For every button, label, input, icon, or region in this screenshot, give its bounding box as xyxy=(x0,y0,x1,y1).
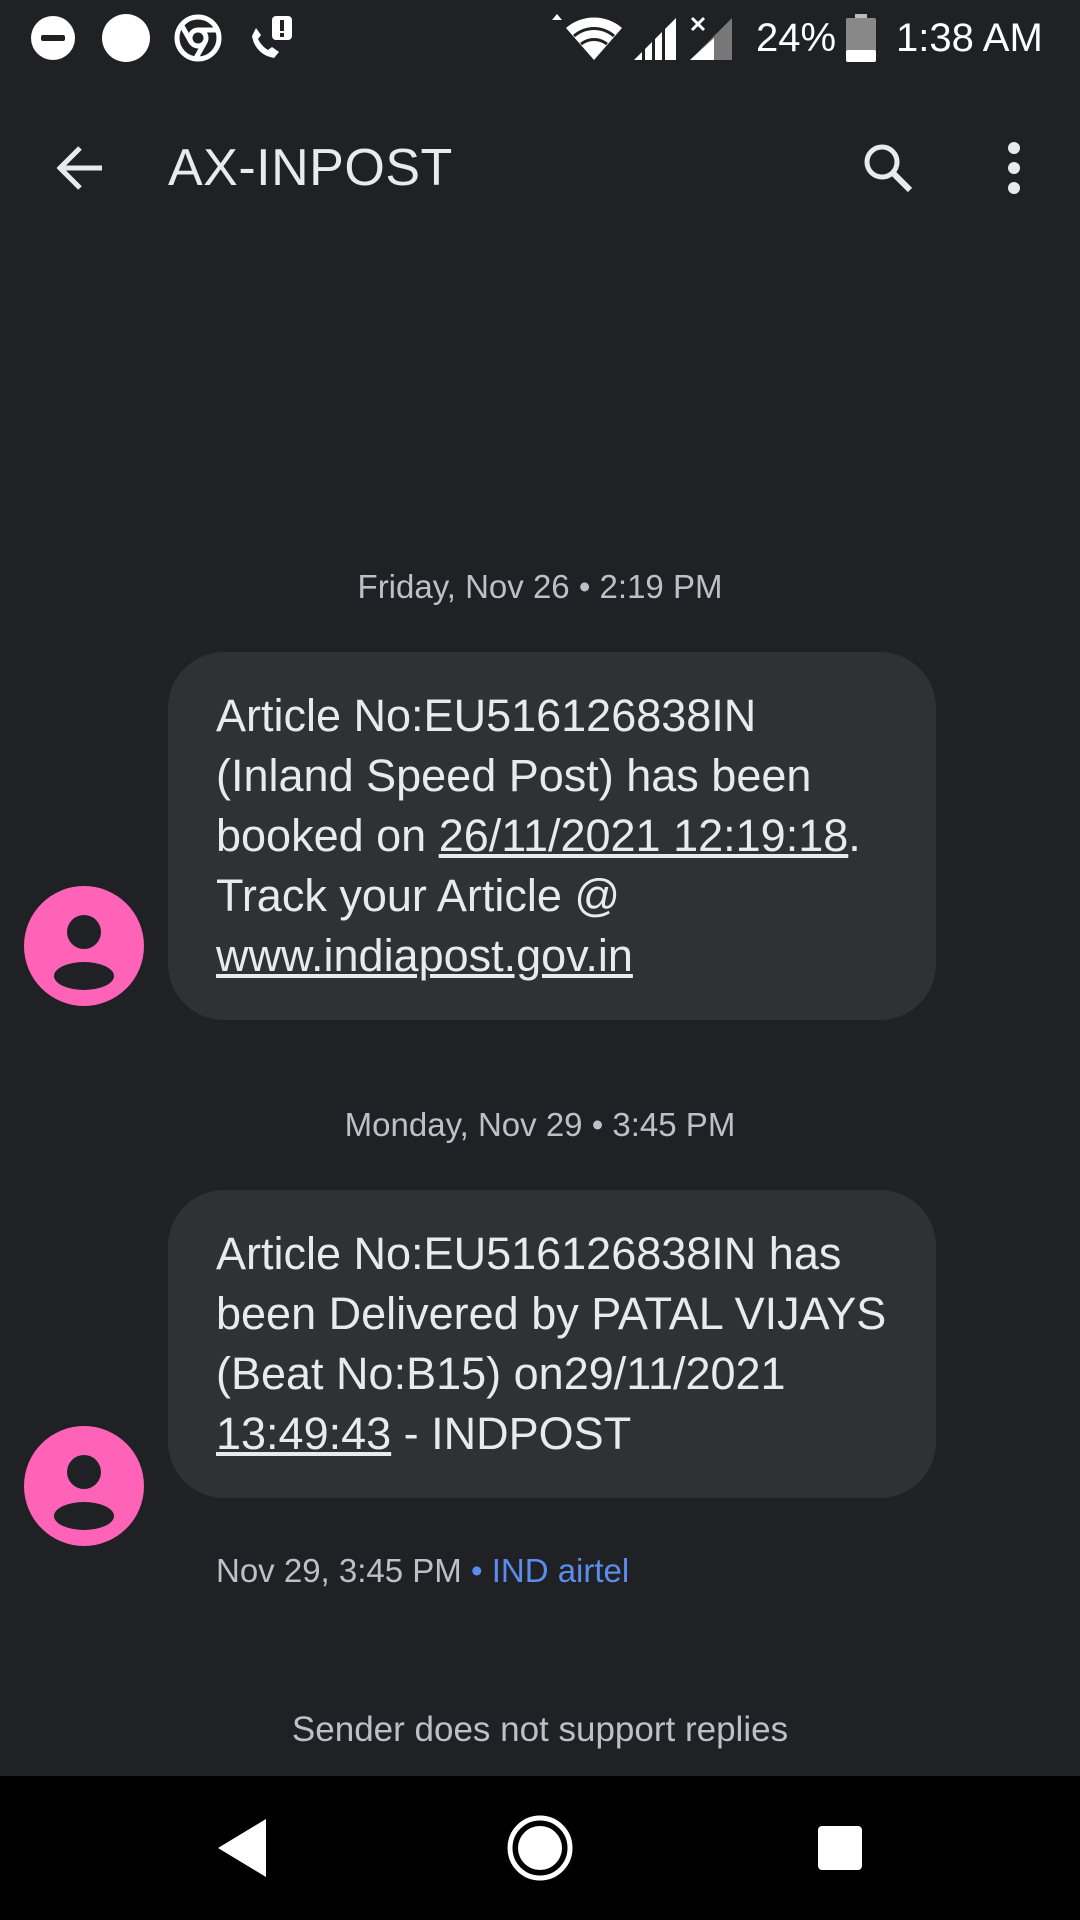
message-text: Article No:EU516126838IN has been Delive… xyxy=(216,1228,887,1399)
message-bubble[interactable]: Article No:EU516126838IN has been Delive… xyxy=(168,1190,936,1498)
person-icon xyxy=(54,915,114,990)
date-separator: Friday, Nov 26 • 2:19 PM xyxy=(357,568,723,605)
person-icon xyxy=(54,1455,114,1530)
time-link[interactable]: 13:49:43 xyxy=(216,1408,391,1459)
avatar[interactable] xyxy=(24,886,144,1006)
conversation-title: AX-INPOST xyxy=(168,139,453,197)
search-icon xyxy=(864,144,913,193)
message-timestamp: Nov 29, 3:45 PM xyxy=(216,1552,462,1589)
clock: 1:38 AM xyxy=(896,16,1043,60)
avatar[interactable] xyxy=(24,1426,144,1546)
url-link[interactable]: www.indiapost.gov.in xyxy=(216,930,633,981)
nav-back-icon xyxy=(218,1819,266,1877)
circle-icon xyxy=(102,14,150,62)
message-meta: Nov 29, 3:45 PM • IND airtel xyxy=(216,1552,629,1590)
nav-recents-icon xyxy=(818,1826,862,1870)
navigation-bar xyxy=(0,1776,1080,1920)
chrome-icon xyxy=(174,14,222,62)
do-not-disturb-icon xyxy=(31,16,75,60)
back-button[interactable] xyxy=(44,132,116,204)
no-reply-notice: Sender does not support replies xyxy=(291,1710,789,1749)
message-bubble[interactable]: Article No:EU516126838IN (Inland Speed P… xyxy=(168,652,936,1020)
cell-signal-no-service-icon xyxy=(690,16,732,60)
nav-recents-button[interactable] xyxy=(804,1812,876,1884)
wifi-icon xyxy=(552,14,622,60)
date-separator: Monday, Nov 29 • 3:45 PM xyxy=(344,1106,736,1143)
search-button[interactable] xyxy=(852,132,924,204)
more-options-button[interactable] xyxy=(978,132,1050,204)
date-link[interactable]: 26/11/2021 12:19:18 xyxy=(439,810,849,861)
app-bar: AX-INPOST xyxy=(0,110,1080,226)
nav-home-icon xyxy=(507,1815,573,1881)
message-text: - INDPOST xyxy=(391,1408,632,1459)
nav-back-button[interactable] xyxy=(206,1812,278,1884)
call-alert-icon xyxy=(252,16,292,58)
arrow-back-icon xyxy=(56,146,102,190)
carrier-label: • IND airtel xyxy=(470,1552,630,1589)
more-vert-icon xyxy=(1008,142,1020,194)
battery-percent: 24% xyxy=(756,16,837,60)
status-bar: 24% 1:38 AM xyxy=(0,0,1080,76)
cell-signal-icon xyxy=(634,18,676,60)
battery-icon xyxy=(846,14,876,62)
nav-home-button[interactable] xyxy=(504,1812,576,1884)
